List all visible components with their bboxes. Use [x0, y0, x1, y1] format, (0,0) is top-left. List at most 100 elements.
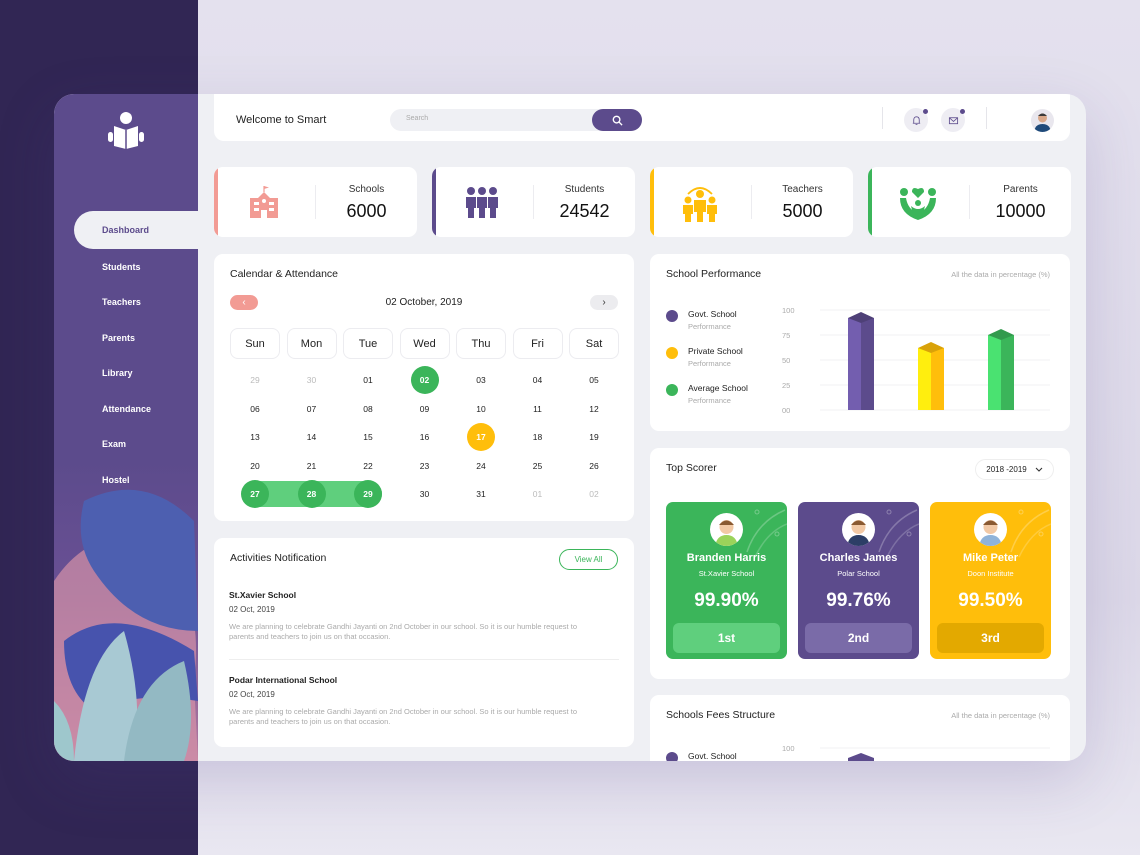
scorer-school: St.Xavier School [698, 569, 755, 578]
calendar-day[interactable]: 30 [411, 480, 439, 508]
calendar-day[interactable]: 23 [411, 452, 439, 480]
calendar-day[interactable]: 29 [354, 480, 382, 508]
sidebar-item-label: Attendance [102, 403, 152, 414]
calendar-day[interactable]: 05 [580, 366, 608, 394]
calendar-day[interactable]: 09 [411, 395, 439, 423]
calendar-day[interactable]: 11 [524, 395, 552, 423]
calendar-day[interactable]: 26 [580, 452, 608, 480]
stat-card-teachers[interactable]: Teachers 5000 [650, 167, 853, 237]
calendar-day[interactable]: 04 [524, 366, 552, 394]
calendar-day[interactable]: 02 [410, 366, 439, 394]
y-tick-label: 25 [782, 381, 790, 390]
bar-private-school [918, 348, 931, 410]
search-button[interactable] [592, 109, 642, 131]
dashboard-window: Dashboard Students Teachers Parents Library A… [54, 94, 1086, 761]
year-value: 2018 -2019 [986, 465, 1027, 474]
stat-card-students[interactable]: Students 24542 [432, 167, 635, 237]
student-photo-icon [979, 520, 1002, 546]
activity-item[interactable]: Podar International School 02 Oct, 2019 … [229, 675, 619, 727]
activities-title: Activities Notification [230, 552, 327, 564]
students-group-icon [462, 184, 502, 220]
year-select[interactable]: 2018 -2019 [975, 459, 1054, 480]
sidebar-item-attendance[interactable]: Attendance [54, 391, 198, 427]
weekday-label: Sun [245, 337, 265, 350]
scorer-rank: 2nd [805, 623, 912, 653]
scorer-card[interactable]: Branden Harris St.Xavier School 99.90% 1st [666, 502, 787, 659]
scorer-percentage: 99.50% [958, 590, 1023, 611]
weekday-label: Mon [300, 337, 323, 350]
day-number: 01 [532, 489, 543, 499]
fees-title: Schools Fees Structure [666, 709, 776, 721]
calendar-day[interactable]: 16 [411, 423, 439, 451]
divider [986, 107, 987, 129]
activity-item[interactable]: St.Xavier School 02 Oct, 2019 We are pla… [229, 590, 619, 642]
legend-sub: Performance [688, 359, 731, 368]
notifications-button[interactable] [904, 108, 928, 132]
calendar-day[interactable]: 30 [298, 366, 326, 394]
sidebar-item-parents[interactable]: Parents [54, 320, 198, 356]
next-month-button[interactable]: › [590, 295, 618, 310]
legend-dot [666, 384, 678, 396]
calendar-day[interactable]: 12 [580, 395, 608, 423]
stat-card-parents[interactable]: Parents 10000 [868, 167, 1071, 237]
legend-sub: Performance [688, 396, 731, 405]
chevron-down-icon [1035, 467, 1043, 472]
stat-value: 10000 [995, 201, 1046, 221]
calendar-day[interactable]: 22 [354, 452, 382, 480]
view-all-button[interactable]: View All [559, 549, 618, 570]
weekday-header: Thu [456, 328, 506, 359]
user-avatar[interactable] [1031, 109, 1054, 132]
scorer-card[interactable]: Mike Peter Doon Institute 99.50% 3rd [930, 502, 1051, 659]
calendar-day[interactable]: 17 [467, 423, 495, 451]
day-number: 08 [363, 403, 373, 414]
leaves-illustration [54, 489, 198, 761]
sidebar-item-students[interactable]: Students [54, 249, 198, 285]
scorer-avatar [842, 513, 875, 546]
legend-dot [666, 310, 678, 322]
top-bar: Welcome to Smart Search [214, 94, 1070, 141]
calendar-day[interactable]: 14 [298, 423, 326, 451]
calendar-day[interactable]: 03 [467, 366, 495, 394]
day-number: 02 [419, 375, 430, 385]
calendar-day[interactable]: 01 [354, 366, 382, 394]
calendar-day[interactable]: 24 [467, 452, 495, 480]
calendar-day[interactable]: 19 [580, 423, 608, 451]
calendar-day[interactable]: 06 [241, 395, 269, 423]
divider [229, 659, 619, 660]
scorer-name: Charles James [819, 552, 898, 564]
weekday-label: Sat [585, 337, 603, 350]
calendar-day[interactable]: 27 [241, 480, 269, 508]
day-number: 19 [589, 432, 599, 442]
calendar-day[interactable]: 10 [467, 395, 495, 423]
day-number: 27 [250, 489, 260, 499]
calendar-day[interactable]: 07 [298, 395, 326, 423]
calendar-day[interactable]: 18 [524, 423, 552, 451]
scorer-card[interactable]: Charles James Polar School 99.76% 2nd [798, 502, 919, 659]
calendar-day[interactable]: 29 [241, 366, 269, 394]
calendar-day[interactable]: 08 [354, 395, 382, 423]
calendar-day[interactable]: 13 [241, 423, 269, 451]
sidebar-item-library[interactable]: Library [54, 356, 198, 392]
sidebar-item-teachers[interactable]: Teachers [54, 285, 198, 321]
y-tick-label: 00 [782, 406, 790, 415]
sidebar-item-exam[interactable]: Exam [54, 427, 198, 463]
day-number: 29 [363, 489, 373, 499]
scorer-name: Mike Peter [962, 552, 1019, 564]
calendar-day[interactable]: 31 [467, 480, 495, 508]
calendar-day[interactable]: 21 [298, 452, 326, 480]
calendar-day[interactable]: 15 [354, 423, 382, 451]
user-avatar-icon [1034, 113, 1051, 132]
calendar-day[interactable]: 02 [580, 480, 608, 508]
stat-card-schools[interactable]: Schools 6000 [214, 167, 417, 237]
sidebar-item-dashboard[interactable]: Dashboard [74, 211, 198, 249]
day-number: 12 [589, 403, 599, 414]
day-number: 04 [532, 375, 543, 385]
calendar-day[interactable]: 25 [524, 452, 552, 480]
calendar-day[interactable]: 28 [297, 480, 326, 508]
stat-value: 24542 [559, 201, 610, 221]
calendar-day[interactable]: 01 [524, 480, 552, 508]
search-input[interactable]: Search [390, 109, 642, 131]
messages-button[interactable] [941, 108, 965, 132]
calendar-day[interactable]: 20 [241, 452, 269, 480]
scorer-rank: 3rd [937, 623, 1044, 653]
